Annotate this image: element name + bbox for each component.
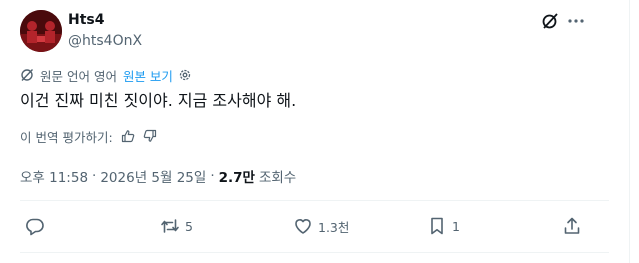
- divider: [20, 200, 609, 201]
- translation-rating-row: 이 번역 평가하기:: [20, 127, 157, 145]
- thumbs-down-icon[interactable]: [143, 129, 157, 143]
- bookmark-count: 1: [452, 218, 460, 234]
- author-name[interactable]: Hts4: [68, 11, 104, 29]
- like-icon: [293, 216, 313, 236]
- translation-notice-row: 원문 언어 영어 원본 보기: [20, 66, 192, 84]
- right-border: [629, 0, 630, 263]
- reply-button[interactable]: [25, 216, 45, 236]
- share-icon: [562, 216, 582, 236]
- more-icon[interactable]: [566, 11, 586, 31]
- author-handle[interactable]: @hts4OnX: [68, 32, 142, 50]
- repost-count: 5: [185, 218, 193, 234]
- settings-icon[interactable]: [178, 68, 192, 82]
- translation-notice: 원문 언어 영어: [40, 68, 117, 84]
- bookmark-button[interactable]: 1: [427, 216, 460, 236]
- grok-icon[interactable]: [540, 11, 560, 31]
- tweet-date[interactable]: 2026년 5월 25일: [100, 166, 206, 186]
- repost-icon: [160, 216, 180, 236]
- reply-icon: [25, 216, 45, 236]
- views-count: 2.7만: [218, 170, 255, 186]
- views-label: 조회수: [258, 170, 297, 186]
- repost-button[interactable]: 5: [160, 216, 193, 236]
- divider: [20, 252, 609, 253]
- meta-separator: ·: [210, 168, 215, 184]
- show-original-link[interactable]: 원본 보기: [123, 66, 173, 85]
- tweet-time[interactable]: 오후 11:58: [20, 166, 88, 186]
- translate-icon: [20, 68, 34, 82]
- tweet-text: 이건 진짜 미친 짓이야. 지금 조사해야 해.: [20, 91, 297, 110]
- meta-separator: ·: [92, 168, 97, 184]
- tweet-meta: 오후 11:58 · 2026년 5월 25일 · 2.7만 조회수: [20, 166, 296, 186]
- avatar[interactable]: [20, 10, 62, 52]
- rating-prompt: 이 번역 평가하기:: [20, 129, 113, 145]
- thumbs-up-icon[interactable]: [121, 129, 135, 143]
- like-count: 1.3천: [318, 219, 350, 235]
- bookmark-icon: [427, 216, 447, 236]
- share-button[interactable]: [562, 216, 582, 236]
- like-button[interactable]: 1.3천: [293, 216, 349, 236]
